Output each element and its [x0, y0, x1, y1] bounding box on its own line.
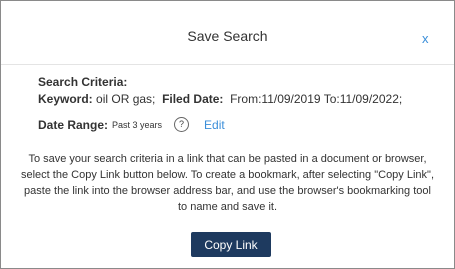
filed-date-value: From:11/09/2019 To:11/09/2022;: [230, 92, 403, 106]
save-search-dialog: Save Search x Search Criteria: Keyword: …: [0, 0, 455, 269]
copy-link-button[interactable]: Copy Link: [191, 232, 271, 257]
date-range-row: Date Range: Past 3 years ? Edit: [38, 117, 225, 132]
criteria-summary: Keyword: oil OR gas; Filed Date: From:11…: [38, 92, 402, 106]
filed-date-label: Filed Date:: [162, 92, 224, 106]
edit-link[interactable]: Edit: [204, 118, 225, 132]
instructions-text: To save your search criteria in a link t…: [21, 153, 434, 213]
keyword-value: oil OR gas;: [96, 92, 156, 106]
dialog-title: Save Search: [187, 28, 268, 44]
close-button[interactable]: x: [422, 31, 429, 46]
help-icon[interactable]: ?: [174, 117, 190, 132]
date-range-value: Past 3 years: [112, 119, 163, 130]
search-criteria-heading: Search Criteria:: [38, 75, 128, 89]
date-range-label: Date Range:: [38, 117, 109, 132]
header-divider: [1, 64, 454, 65]
keyword-label: Keyword:: [38, 92, 93, 106]
